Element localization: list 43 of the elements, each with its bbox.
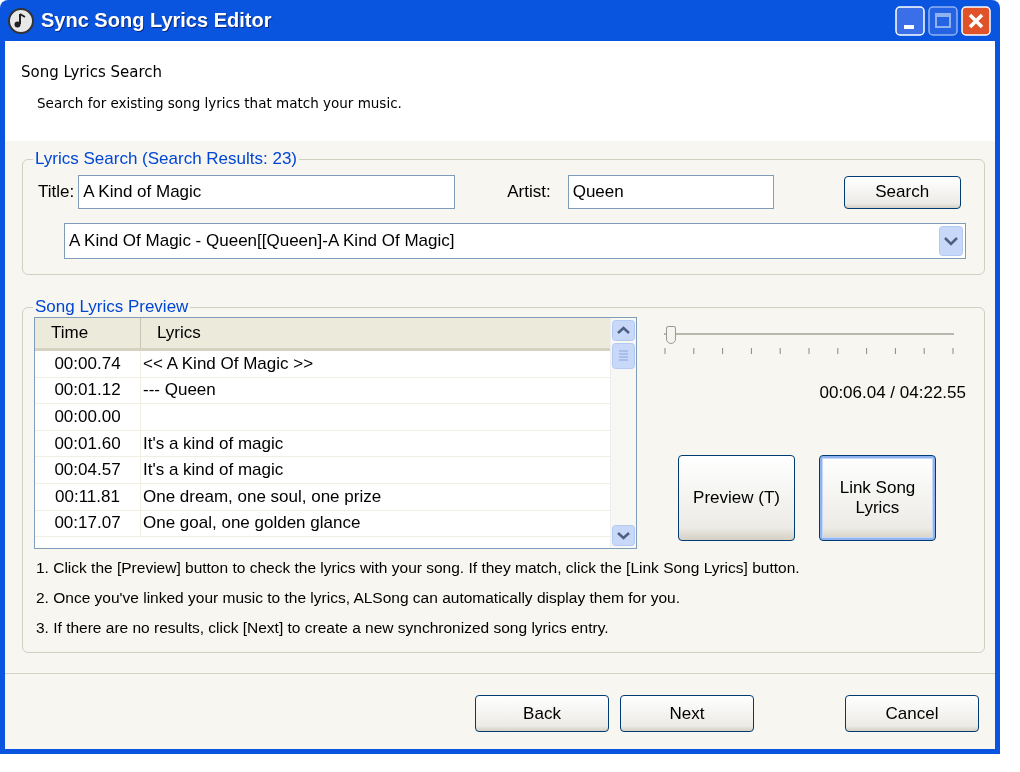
preview-action-button[interactable]: Preview (T) bbox=[678, 455, 795, 541]
table-cell: 00:17.07 bbox=[35, 510, 141, 537]
group-title: Song Lyrics Preview bbox=[34, 297, 190, 317]
table-cell: 00:04.57 bbox=[35, 457, 141, 483]
window-title: Sync Song Lyrics Editor bbox=[41, 9, 273, 32]
instruction-text: 2. Once you've linked your music to the lyrics, ALSong can automatically display them for you. bbox=[36, 589, 681, 608]
search-button[interactable]: Search bbox=[843, 175, 961, 209]
slider-thumb[interactable] bbox=[665, 326, 676, 344]
artist-field[interactable]: Queen bbox=[567, 175, 774, 209]
group-title: Lyrics Search (Search Results: 23) bbox=[34, 149, 299, 169]
instruction-text: 3. If there are no results, click [Next] to create a new synchronized song lyrics entry. bbox=[36, 619, 610, 638]
playback-time: 00:06.04 / 04:22.55 bbox=[819, 383, 966, 403]
table-cell: 00:01.12 bbox=[35, 377, 141, 404]
footer-button[interactable]: Cancel bbox=[845, 695, 979, 732]
table-cell: 00:11.81 bbox=[35, 483, 141, 510]
title-label: Title: bbox=[38, 182, 75, 202]
close-button[interactable] bbox=[961, 5, 991, 36]
table-cell: 00:00.00 bbox=[35, 404, 141, 430]
scroll-up-button[interactable] bbox=[612, 320, 635, 341]
title-field[interactable]: A Kind of Magic bbox=[78, 175, 456, 209]
minimize-button[interactable] bbox=[895, 5, 925, 36]
table-cell-text: One dream, one soul, one prize bbox=[142, 485, 383, 508]
scrollbar-thumb[interactable] bbox=[612, 343, 635, 369]
table-cell-text: One goal, one golden glance bbox=[142, 512, 362, 535]
section-description: Search for existing song lyrics that match your music. bbox=[37, 95, 402, 111]
table-cell: 00:01.60 bbox=[35, 430, 141, 457]
preview-action-button[interactable]: Link Song Lyrics bbox=[819, 455, 936, 541]
footer-button[interactable]: Next bbox=[620, 695, 754, 732]
section-title: Song Lyrics Search bbox=[21, 63, 163, 81]
footer-button[interactable]: Back bbox=[475, 695, 609, 732]
instruction-text: 1. Click the [Preview] button to check the lyrics with your song. If they match, click the [Link Song Lyrics] button. bbox=[36, 559, 801, 578]
table-cell-text: It's a kind of magic bbox=[142, 459, 285, 482]
column-header[interactable]: Lyrics bbox=[141, 318, 610, 348]
lyrics-table[interactable] bbox=[34, 317, 637, 549]
artist-label: Artist: bbox=[507, 182, 551, 202]
table-cell: 00:00.74 bbox=[35, 351, 141, 377]
column-header[interactable]: Time bbox=[35, 318, 141, 348]
table-cell-text: --- Queen bbox=[142, 379, 217, 402]
table-cell-text: It's a kind of magic bbox=[142, 432, 285, 455]
scroll-down-button[interactable] bbox=[612, 525, 635, 546]
result-dropdown[interactable]: A Kind Of Magic - Queen[[Queen]-A Kind Of Magic] bbox=[64, 223, 966, 259]
table-cell-text: << A Kind Of Magic >> bbox=[142, 352, 315, 375]
music-note-disc-icon bbox=[7, 6, 35, 35]
